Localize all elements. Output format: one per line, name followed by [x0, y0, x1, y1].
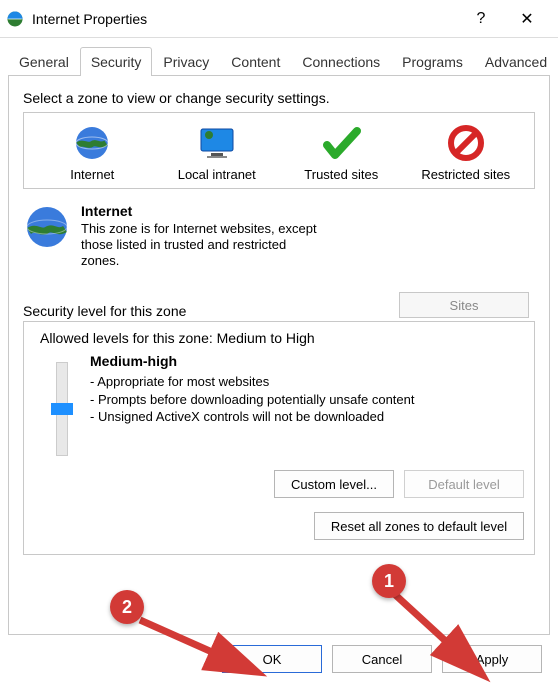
level-bullets: Appropriate for most websites Prompts be… [90, 373, 524, 426]
security-level-box: Allowed levels for this zone: Medium to … [23, 321, 535, 555]
security-level-slider[interactable] [56, 362, 68, 456]
zone-label: Internet [70, 167, 114, 182]
zone-description: Internet This zone is for Internet websi… [23, 203, 535, 269]
slider-thumb[interactable] [51, 403, 73, 415]
title-bar: Internet Properties ? ✕ [0, 0, 558, 38]
close-button[interactable]: ✕ [504, 1, 550, 37]
tab-general[interactable]: General [8, 47, 80, 76]
apply-button[interactable]: Apply [442, 645, 542, 673]
monitor-icon [193, 123, 241, 163]
zone-trusted-sites[interactable]: Trusted sites [286, 123, 396, 182]
allowed-levels-text: Allowed levels for this zone: Medium to … [40, 330, 524, 346]
no-entry-icon [442, 123, 490, 163]
globe-icon [23, 203, 71, 251]
window-title: Internet Properties [32, 11, 147, 27]
globe-icon [68, 123, 116, 163]
zone-label: Trusted sites [304, 167, 378, 182]
default-level-button: Default level [404, 470, 524, 498]
zone-selector[interactable]: Internet Local intranet Trusted sites [23, 112, 535, 189]
sites-button: Sites [399, 292, 529, 318]
selected-zone-name: Internet [81, 203, 535, 221]
custom-level-button[interactable]: Custom level... [274, 470, 394, 498]
tab-security[interactable]: Security [80, 47, 153, 76]
zone-restricted-sites[interactable]: Restricted sites [411, 123, 521, 182]
dialog-buttons: OK Cancel Apply [0, 635, 558, 685]
reset-zones-button[interactable]: Reset all zones to default level [314, 512, 524, 540]
tab-programs[interactable]: Programs [391, 47, 474, 76]
cancel-button[interactable]: Cancel [332, 645, 432, 673]
level-bullet: Prompts before downloading potentially u… [90, 391, 524, 409]
tab-advanced[interactable]: Advanced [474, 47, 558, 76]
zone-internet[interactable]: Internet [37, 123, 147, 182]
tab-privacy[interactable]: Privacy [152, 47, 220, 76]
tab-bar: General Security Privacy Content Connect… [0, 38, 558, 75]
zone-local-intranet[interactable]: Local intranet [162, 123, 272, 182]
zone-label: Restricted sites [421, 167, 510, 182]
tab-content[interactable]: Content [220, 47, 291, 76]
zone-label: Local intranet [178, 167, 256, 182]
level-bullet: Unsigned ActiveX controls will not be do… [90, 408, 524, 426]
checkmark-icon [317, 123, 365, 163]
ok-button[interactable]: OK [222, 645, 322, 673]
tab-connections[interactable]: Connections [291, 47, 391, 76]
app-icon [6, 10, 24, 28]
level-name: Medium-high [90, 352, 524, 371]
annotation-badge-2: 2 [110, 590, 144, 624]
security-panel: Select a zone to view or change security… [8, 75, 550, 635]
zone-instruction: Select a zone to view or change security… [23, 90, 535, 106]
selected-zone-desc: This zone is for Internet websites, exce… [81, 221, 321, 270]
help-button[interactable]: ? [458, 1, 504, 37]
annotation-badge-1: 1 [372, 564, 406, 598]
level-bullet: Appropriate for most websites [90, 373, 524, 391]
